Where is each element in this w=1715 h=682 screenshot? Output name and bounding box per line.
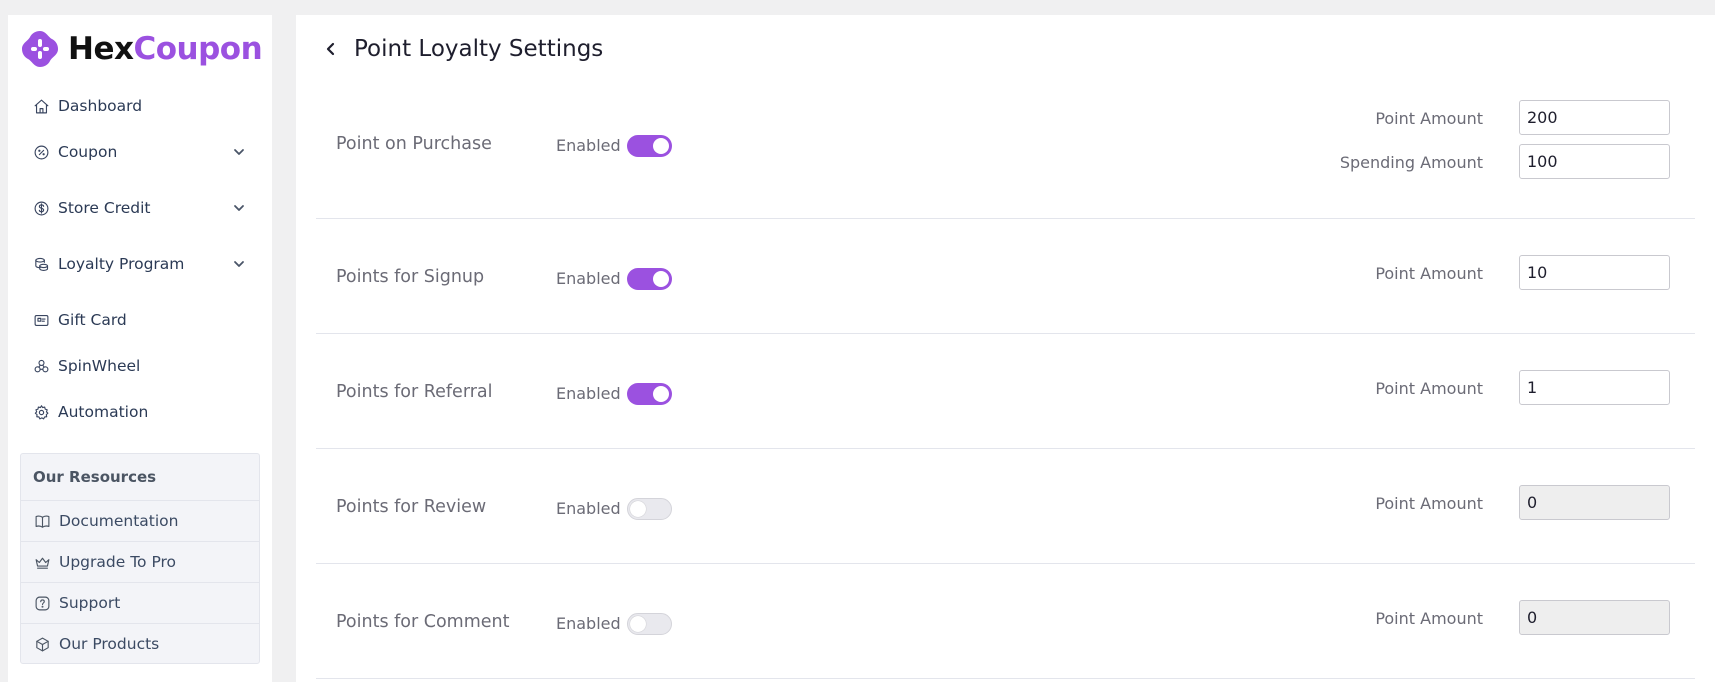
sidebar-item-dashboard[interactable]: Dashboard bbox=[8, 89, 272, 123]
enabled-label: Enabled bbox=[556, 499, 621, 518]
enabled-label: Enabled bbox=[556, 614, 621, 633]
box-icon bbox=[33, 635, 51, 653]
enabled-label: Enabled bbox=[556, 136, 621, 155]
enabled-toggle[interactable] bbox=[627, 498, 672, 520]
chevron-down-icon[interactable] bbox=[232, 257, 246, 271]
setting-row-points-for-review: Points for Review Enabled Point Amount bbox=[316, 449, 1695, 564]
sidebar-item-label: SpinWheel bbox=[58, 357, 141, 375]
sidebar-item-label: Gift Card bbox=[58, 311, 127, 329]
setting-row-point-on-purchase: Point on Purchase Enabled Point Amount S… bbox=[316, 75, 1695, 219]
enabled-label: Enabled bbox=[556, 269, 621, 288]
setting-label: Points for Signup bbox=[336, 267, 485, 287]
toggle-knob bbox=[630, 501, 646, 517]
resource-item-label: Upgrade To Pro bbox=[59, 553, 177, 571]
resources-title: Our Resources bbox=[33, 468, 157, 486]
sidebar-item-store-credit[interactable]: Store Credit bbox=[8, 191, 272, 225]
help-icon bbox=[33, 594, 51, 612]
gear-icon bbox=[32, 403, 50, 421]
resource-item-label: Our Products bbox=[59, 635, 160, 653]
point-amount-label: Point Amount bbox=[1375, 109, 1483, 128]
point-amount-label: Point Amount bbox=[1375, 609, 1483, 628]
setting-label: Points for Referral bbox=[336, 382, 493, 402]
toggle-knob bbox=[653, 386, 669, 402]
brand-logo[interactable]: HexCoupon bbox=[20, 25, 263, 73]
resource-item-label: Documentation bbox=[59, 512, 179, 530]
coins-icon bbox=[32, 255, 50, 273]
sidebar-item-spinwheel[interactable]: SpinWheel bbox=[8, 349, 272, 383]
chevron-down-icon[interactable] bbox=[232, 201, 246, 215]
resources-panel: Our Resources Documentation Upgrade To P… bbox=[20, 453, 260, 664]
page-header: Point Loyalty Settings bbox=[320, 33, 603, 65]
setting-row-points-for-signup: Points for Signup Enabled Point Amount bbox=[316, 219, 1695, 334]
resource-item-support[interactable]: Support bbox=[21, 582, 259, 623]
setting-row-points-for-comment: Points for Comment Enabled Point Amount bbox=[316, 564, 1695, 679]
sidebar-item-automation[interactable]: Automation bbox=[8, 395, 272, 429]
home-icon bbox=[32, 97, 50, 115]
dollar-icon bbox=[32, 199, 50, 217]
brand-name: HexCoupon bbox=[68, 31, 263, 67]
sidebar-item-coupon[interactable]: Coupon bbox=[8, 135, 272, 169]
brand-name-coupon: Coupon bbox=[133, 31, 263, 67]
enabled-toggle[interactable] bbox=[627, 268, 672, 290]
sidebar-item-gift-card[interactable]: Gift Card bbox=[8, 303, 272, 337]
point-amount-input[interactable] bbox=[1519, 370, 1670, 405]
setting-row-points-for-referral: Points for Referral Enabled Point Amount bbox=[316, 334, 1695, 449]
toggle-knob bbox=[653, 138, 669, 154]
resource-item-upgrade[interactable]: Upgrade To Pro bbox=[21, 541, 259, 582]
spending-amount-input[interactable] bbox=[1519, 144, 1670, 179]
enabled-label: Enabled bbox=[556, 384, 621, 403]
back-button[interactable] bbox=[320, 38, 342, 60]
sidebar-item-loyalty-program[interactable]: Loyalty Program bbox=[8, 247, 272, 281]
hexcoupon-logo-icon bbox=[22, 31, 58, 67]
chevron-down-icon[interactable] bbox=[232, 145, 246, 159]
setting-label: Point on Purchase bbox=[336, 134, 492, 154]
resource-item-documentation[interactable]: Documentation bbox=[21, 500, 259, 541]
sidebar-item-label: Loyalty Program bbox=[58, 255, 185, 273]
sidebar-item-label: Dashboard bbox=[58, 97, 143, 115]
book-icon bbox=[33, 512, 51, 530]
point-amount-label: Point Amount bbox=[1375, 264, 1483, 283]
spinwheel-icon bbox=[32, 357, 50, 375]
resource-item-label: Support bbox=[59, 594, 121, 612]
page-title: Point Loyalty Settings bbox=[354, 36, 604, 62]
crown-icon bbox=[33, 553, 51, 571]
percent-icon bbox=[32, 143, 50, 161]
point-amount-input[interactable] bbox=[1519, 100, 1670, 135]
point-amount-label: Point Amount bbox=[1375, 379, 1483, 398]
point-amount-input[interactable] bbox=[1519, 255, 1670, 290]
brand-name-hex: Hex bbox=[68, 31, 134, 67]
sidebar: HexCoupon Dashboard Coupon Store Credit … bbox=[8, 15, 272, 682]
resource-item-our-products[interactable]: Our Products bbox=[21, 623, 259, 664]
spending-amount-label: Spending Amount bbox=[1339, 153, 1483, 172]
setting-label: Points for Review bbox=[336, 497, 487, 517]
toggle-knob bbox=[653, 271, 669, 287]
enabled-toggle[interactable] bbox=[627, 613, 672, 635]
setting-label: Points for Comment bbox=[336, 612, 510, 632]
toggle-knob bbox=[630, 616, 646, 632]
main-panel: Point Loyalty Settings Point on Purchase… bbox=[296, 15, 1715, 682]
sidebar-item-label: Store Credit bbox=[58, 199, 151, 217]
point-amount-input[interactable] bbox=[1519, 600, 1670, 635]
enabled-toggle[interactable] bbox=[627, 135, 672, 157]
sidebar-item-label: Coupon bbox=[58, 143, 118, 161]
point-amount-label: Point Amount bbox=[1375, 494, 1483, 513]
chevron-left-icon bbox=[326, 42, 335, 56]
gift-card-icon bbox=[32, 311, 50, 329]
enabled-toggle[interactable] bbox=[627, 383, 672, 405]
point-amount-input[interactable] bbox=[1519, 485, 1670, 520]
sidebar-item-label: Automation bbox=[58, 403, 149, 421]
